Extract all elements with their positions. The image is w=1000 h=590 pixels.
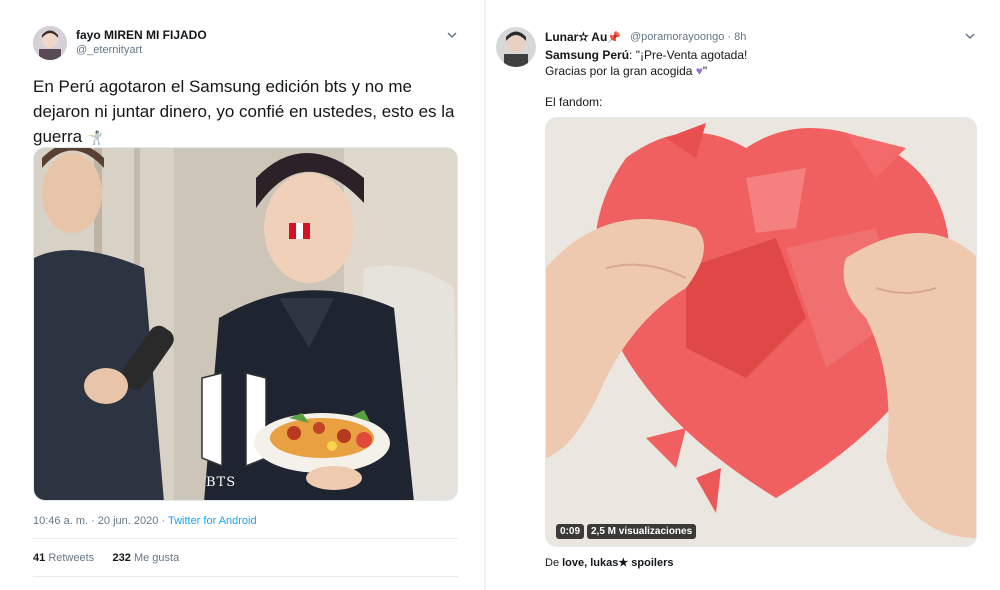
video-source: De love, lukas★ spoilers xyxy=(545,557,674,569)
video-duration: 0:09 xyxy=(556,524,585,539)
photo-illustration xyxy=(34,148,457,500)
timestamp-text: 10:46 a. m. · 20 jun. 2020 · xyxy=(33,515,168,527)
flag-stripe xyxy=(296,223,303,239)
flag-stripe xyxy=(303,223,310,239)
flag-stripe xyxy=(289,223,296,239)
fencing-emoji-icon: 🤺 xyxy=(86,130,104,145)
handle[interactable]: @_eternityart xyxy=(76,44,142,56)
likes-stat[interactable]: 232 Me gusta xyxy=(113,552,180,564)
tweet-card-right[interactable]: Lunar✫ Au📌 @poramorayoongo · 8h Samsung … xyxy=(490,0,1000,590)
avatar[interactable] xyxy=(496,27,536,67)
video-views: 2,5 M visualizaciones xyxy=(587,524,697,539)
tweet-video[interactable]: 0:09 2,5 M visualizaciones xyxy=(545,117,977,547)
chevron-down-icon[interactable] xyxy=(446,30,458,40)
tweet-text-line: En Perú agotaron el Samsung edición bts … xyxy=(33,77,412,96)
panel-divider xyxy=(484,0,486,590)
fandom-text: El fandom: xyxy=(545,95,603,109)
tweet-card-left[interactable]: fayo MIREN MI FIJADO @_eternityart En Pe… xyxy=(0,0,480,590)
pin-icon: 📌 xyxy=(607,32,621,44)
tweet-text: En Perú agotaron el Samsung edición bts … xyxy=(33,74,473,150)
video-frame-illustration xyxy=(546,118,976,546)
quote-line: Samsung Perú: "¡Pre-Venta agotada! xyxy=(545,48,748,62)
retweets-stat[interactable]: 41 Retweets xyxy=(33,552,94,564)
divider xyxy=(33,576,458,577)
display-name[interactable]: fayo MIREN MI FIJADO xyxy=(76,28,207,42)
purple-heart-icon: ♥ xyxy=(695,64,703,78)
tweet-stats: 41 Retweets 232 Me gusta xyxy=(33,552,179,564)
quote-line: Gracias por la gran acogida ♥" xyxy=(545,64,708,78)
avatar[interactable] xyxy=(33,26,67,60)
handle[interactable]: @poramorayoongo · 8h xyxy=(630,31,746,43)
tweet-text: Samsung Perú: "¡Pre-Venta agotada! Graci… xyxy=(545,47,985,79)
tweet-timestamp: 10:46 a. m. · 20 jun. 2020 · Twitter for… xyxy=(33,515,257,527)
source-link[interactable]: love, lukas★ spoilers xyxy=(562,557,673,569)
divider xyxy=(33,538,458,539)
chevron-down-icon[interactable] xyxy=(964,31,976,41)
display-name[interactable]: Lunar✫ Au📌 xyxy=(545,30,621,44)
source-link[interactable]: Twitter for Android xyxy=(168,515,257,527)
tweet-text-line: dejaron ni juntar dinero, yo confié en u… xyxy=(33,102,455,121)
bts-caption: BTS xyxy=(206,475,237,490)
tweet-image[interactable]: BTS xyxy=(33,147,458,501)
